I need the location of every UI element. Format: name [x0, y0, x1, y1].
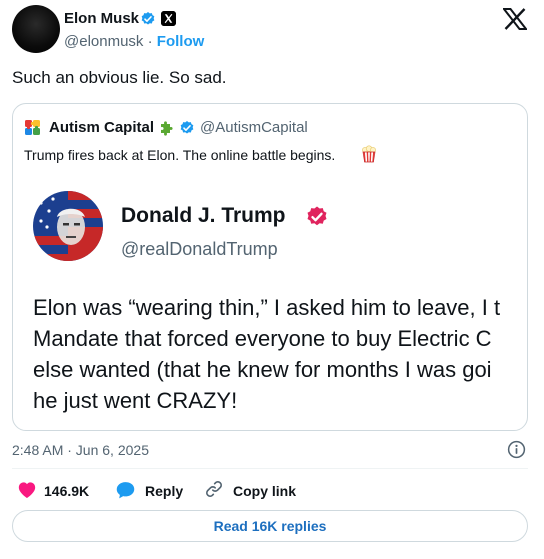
tweet-text: Such an obvious lie. So sad.	[12, 68, 227, 87]
link-chain-icon[interactable]	[204, 479, 224, 499]
divider	[12, 468, 528, 469]
author-handle[interactable]: @elonmusk	[64, 33, 143, 50]
green-puzzle-icon	[161, 121, 173, 136]
read-replies-button[interactable]: Read 16K replies	[12, 510, 528, 542]
separator-dot: ·	[147, 33, 153, 50]
quote-text: Trump fires back at Elon. The online bat…	[24, 147, 336, 163]
author-handle-row: @elonmusk · Follow	[64, 32, 204, 52]
copy-link-button[interactable]: Copy link	[233, 482, 296, 500]
embedded-post-line: else wanted (that he knew for months I w…	[33, 357, 492, 382]
author-name[interactable]: Elon Musk	[64, 9, 139, 29]
quote-verified-badge-icon	[180, 121, 194, 134]
embedded-verified-badge-icon	[307, 206, 327, 226]
embedded-author-handle: @realDonaldTrump	[121, 239, 278, 259]
embedded-post-line: Mandate that forced everyone to buy Elec…	[33, 326, 492, 351]
info-icon[interactable]	[507, 440, 526, 459]
reply-bubble-icon[interactable]	[115, 480, 136, 500]
like-count[interactable]: 146.9K	[44, 482, 89, 500]
embedded-author-name: Donald J. Trump	[121, 204, 286, 227]
follow-button[interactable]: Follow	[157, 33, 205, 50]
embedded-post-line: he just went CRAZY!	[33, 388, 238, 413]
embedded-post-line: Elon was “wearing thin,” I asked him to …	[33, 295, 501, 320]
tweet-timestamp[interactable]: 2:48 AM · Jun 6, 2025	[12, 441, 149, 459]
like-heart-icon[interactable]	[17, 480, 37, 499]
quoted-tweet-card[interactable]: Autism Capital @AutismCapital Trump fire…	[12, 103, 528, 431]
autism-capital-avatar-icon[interactable]	[24, 119, 42, 137]
x-logo-icon[interactable]	[503, 8, 527, 30]
trump-avatar	[33, 191, 103, 261]
verified-badge-icon	[141, 12, 155, 25]
embedded-post-body: Elon was “wearing thin,” I asked him to …	[33, 292, 527, 416]
popcorn-icon	[362, 145, 376, 163]
quote-author-handle[interactable]: @AutismCapital	[200, 119, 308, 137]
author-avatar[interactable]	[12, 5, 60, 53]
x-affiliate-badge-icon	[161, 11, 176, 26]
reply-button[interactable]: Reply	[145, 482, 183, 500]
quote-author-name[interactable]: Autism Capital	[49, 119, 154, 137]
